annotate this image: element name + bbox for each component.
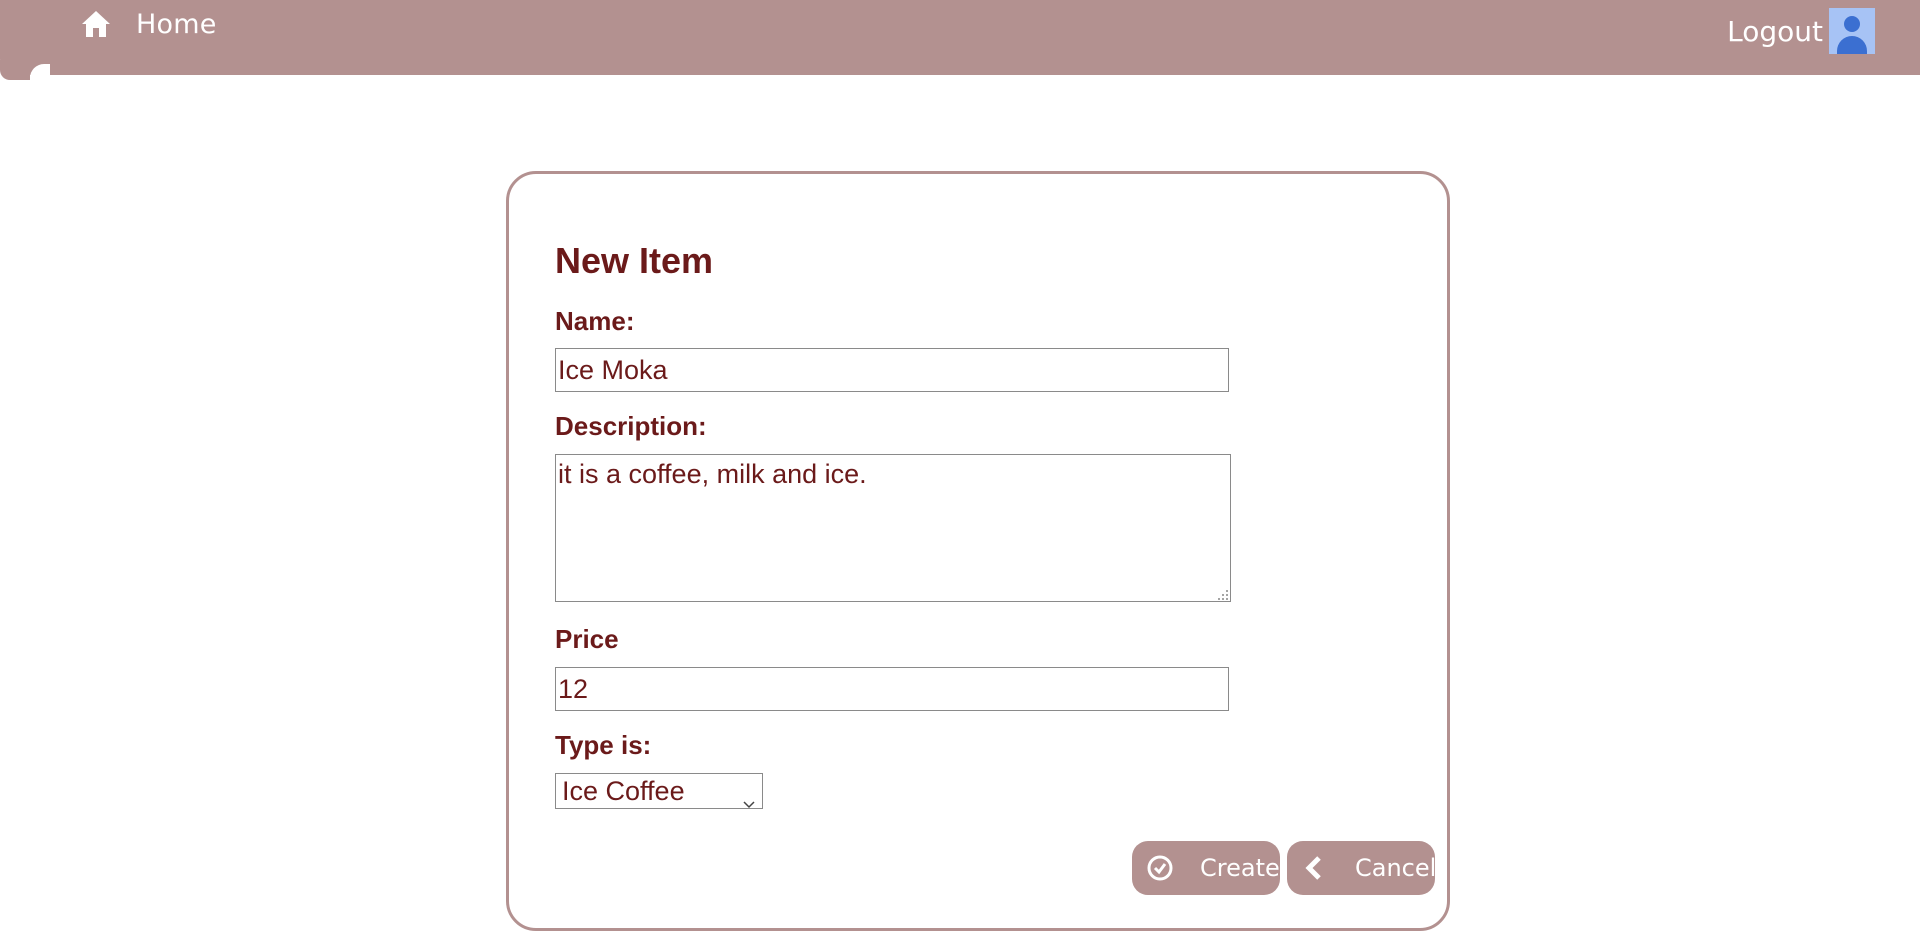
check-circle-icon: [1146, 854, 1174, 882]
textarea-resize-grip-icon[interactable]: [1217, 588, 1229, 600]
chevron-left-icon: [1301, 854, 1329, 882]
new-item-form-card: New Item Name: Description: it is a coff…: [506, 171, 1450, 931]
form-title: New Item: [555, 240, 714, 281]
cancel-button[interactable]: Cancel: [1287, 841, 1437, 895]
home-icon: [80, 8, 112, 40]
type-select-value: Ice Coffee: [562, 775, 685, 806]
create-button[interactable]: Create: [1132, 841, 1280, 895]
type-select[interactable]: Ice Coffee: [555, 773, 763, 809]
logout-link[interactable]: Logout: [1727, 15, 1823, 48]
description-label: Description:: [555, 411, 707, 441]
user-area: Logout: [1727, 8, 1875, 54]
price-input[interactable]: [555, 667, 1229, 711]
chevron-down-icon: [742, 786, 756, 809]
home-label: Home: [136, 8, 217, 40]
user-avatar-icon[interactable]: [1829, 8, 1875, 54]
navbar-notch: [0, 60, 30, 80]
home-link[interactable]: Home: [80, 8, 217, 40]
description-textarea[interactable]: it is a coffee, milk and ice.: [555, 454, 1231, 602]
top-navbar: Home Logout: [0, 0, 1920, 75]
create-button-label: Create: [1200, 854, 1280, 882]
name-label: Name:: [555, 306, 635, 336]
type-label: Type is:: [555, 730, 652, 760]
price-label: Price: [555, 624, 619, 654]
name-input[interactable]: [555, 348, 1229, 392]
cancel-button-label: Cancel: [1355, 854, 1437, 882]
